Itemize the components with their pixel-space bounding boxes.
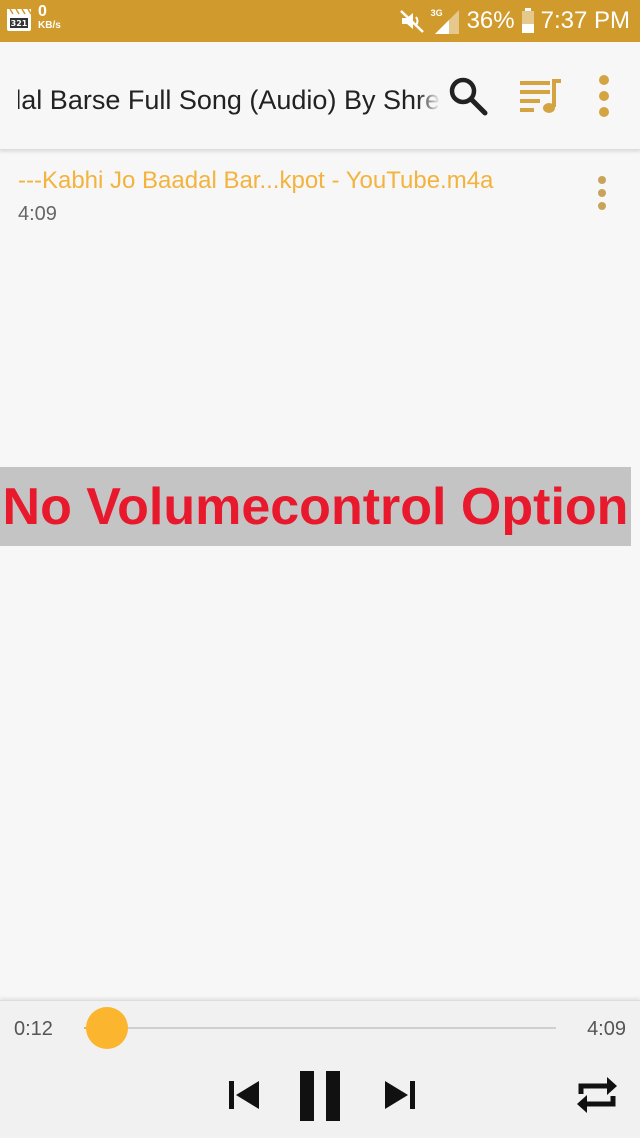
search-button[interactable] bbox=[440, 68, 496, 124]
status-icons: 3G 36% 7:37 PM bbox=[399, 0, 630, 42]
song-duration: 4:09 bbox=[18, 203, 57, 225]
previous-button[interactable] bbox=[222, 1073, 266, 1117]
video-player-app-icon: 321 bbox=[6, 7, 32, 33]
seek-thumb[interactable] bbox=[86, 1007, 128, 1049]
player-bar: 0:12 4:09 bbox=[0, 1000, 640, 1138]
total-time: 4:09 bbox=[587, 1018, 626, 1040]
elapsed-time: 0:12 bbox=[14, 1018, 53, 1040]
mute-icon bbox=[399, 8, 425, 34]
svg-text:321: 321 bbox=[11, 19, 28, 28]
network-speed-value: 0 bbox=[38, 3, 47, 20]
skip-next-icon bbox=[385, 1081, 415, 1109]
next-button[interactable] bbox=[378, 1073, 422, 1117]
item-overflow-button[interactable] bbox=[578, 169, 626, 217]
annotation-text: No Volumecontrol Option bbox=[2, 477, 629, 536]
seek-bar[interactable] bbox=[84, 1007, 556, 1049]
pause-button[interactable] bbox=[294, 1067, 346, 1125]
toolbar: Kabhi Jo Baadal Barse Full Song (Audio) … bbox=[0, 42, 640, 150]
title-fade bbox=[418, 82, 440, 118]
page-title: Kabhi Jo Baadal Barse Full Song (Audio) … bbox=[18, 85, 440, 115]
title-container: Kabhi Jo Baadal Barse Full Song (Audio) … bbox=[18, 82, 440, 118]
annotation-banner: No Volumecontrol Option bbox=[0, 467, 631, 546]
signal-icon: 3G bbox=[431, 6, 461, 36]
list-item[interactable]: ---Kabhi Jo Baadal Bar...kpot - YouTube.… bbox=[0, 155, 640, 235]
more-vert-icon bbox=[598, 176, 606, 210]
battery-icon bbox=[521, 8, 535, 34]
clock: 7:37 PM bbox=[540, 7, 630, 34]
status-bar: 321 0 KB/s 3G 36% 7:37 PM bbox=[0, 0, 640, 42]
more-vert-icon bbox=[599, 75, 609, 117]
repeat-button[interactable] bbox=[572, 1071, 622, 1119]
battery-percent: 36% bbox=[466, 7, 515, 34]
pause-icon bbox=[300, 1071, 340, 1121]
network-speed-unit: KB/s bbox=[38, 20, 61, 31]
repeat-icon bbox=[577, 1077, 617, 1113]
skip-previous-icon bbox=[229, 1081, 259, 1109]
playlist-icon bbox=[520, 79, 561, 113]
overflow-menu-button[interactable] bbox=[576, 68, 632, 124]
playlist-button[interactable] bbox=[512, 68, 568, 124]
network-speed: 0 KB/s bbox=[38, 4, 68, 32]
song-title: ---Kabhi Jo Baadal Bar...kpot - YouTube.… bbox=[18, 167, 494, 194]
search-icon bbox=[449, 77, 488, 116]
